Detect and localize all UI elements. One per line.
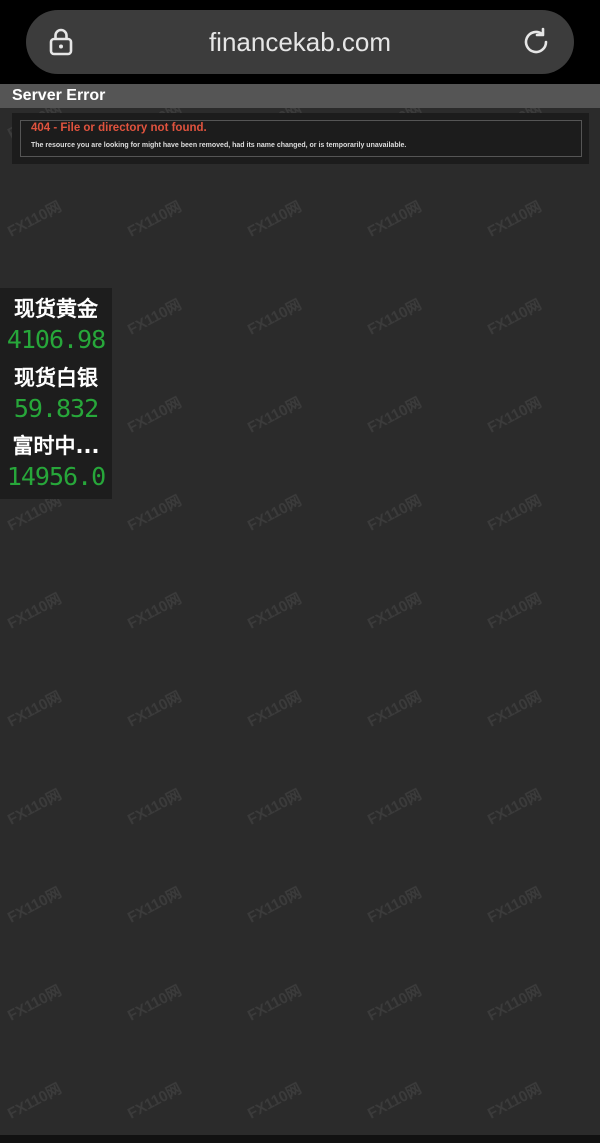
quote-name: 富时中... <box>12 434 100 458</box>
quote-item-gold[interactable]: 现货黄金 4106.98 <box>0 294 112 356</box>
watermark-text: FX110网 <box>484 1080 545 1123</box>
address-bar[interactable]: financekab.com <box>26 10 574 74</box>
watermark-text: FX110网 <box>4 786 65 829</box>
server-error-header: Server Error <box>0 84 600 108</box>
watermark-text: FX110网 <box>244 296 305 339</box>
watermark-text: FX110网 <box>244 492 305 535</box>
watermark-text: FX110网 <box>364 688 425 731</box>
error-description: The resource you are looking for might h… <box>31 142 407 149</box>
watermark-text: FX110网 <box>364 198 425 241</box>
quote-value: 4106.98 <box>6 325 106 354</box>
watermark-text: FX110网 <box>124 296 185 339</box>
watermark-text: FX110网 <box>124 198 185 241</box>
quote-item-silver[interactable]: 现货白银 59.832 <box>0 363 112 425</box>
watermark-text: FX110网 <box>244 884 305 927</box>
watermark-text: FX110网 <box>124 688 185 731</box>
browser-toolbar: financekab.com <box>0 0 600 84</box>
watermark-text: FX110网 <box>484 394 545 437</box>
watermark-text: FX110网 <box>484 492 545 535</box>
watermark-text: FX110网 <box>4 1080 65 1123</box>
watermark-text: FX110网 <box>124 884 185 927</box>
quote-value: 59.832 <box>13 394 99 423</box>
watermark-text: FX110网 <box>124 590 185 633</box>
watermark-text: FX110网 <box>124 394 185 437</box>
watermark-text: FX110网 <box>4 590 65 633</box>
watermark-text: FX110网 <box>484 982 545 1025</box>
watermark-text: FX110网 <box>364 492 425 535</box>
bottom-bar <box>0 1135 600 1143</box>
reload-icon[interactable] <box>520 26 552 58</box>
watermark-text: FX110网 <box>364 394 425 437</box>
watermark-text: FX110网 <box>484 590 545 633</box>
watermark-text: FX110网 <box>364 884 425 927</box>
error-title: 404 - File or directory not found. <box>31 122 207 134</box>
watermark-text: FX110网 <box>364 296 425 339</box>
watermark-text: FX110网 <box>484 786 545 829</box>
watermark-text: FX110网 <box>124 492 185 535</box>
quote-name: 现货黄金 <box>14 297 98 321</box>
watermark-text: FX110网 <box>124 1080 185 1123</box>
quote-value: 14956.0 <box>6 462 106 491</box>
watermark-text: FX110网 <box>4 982 65 1025</box>
watermark-text: FX110网 <box>244 394 305 437</box>
watermark-text: FX110网 <box>484 296 545 339</box>
watermark-text: FX110网 <box>364 982 425 1025</box>
watermark-text: FX110网 <box>124 982 185 1025</box>
watermark-text: FX110网 <box>484 688 545 731</box>
watermark-text: FX110网 <box>484 884 545 927</box>
url-text[interactable]: financekab.com <box>26 10 574 74</box>
watermark-text: FX110网 <box>4 198 65 241</box>
watermark-text: FX110网 <box>244 198 305 241</box>
quote-name: 现货白银 <box>14 366 98 390</box>
watermark-text: FX110网 <box>244 590 305 633</box>
watermark-text: FX110网 <box>4 884 65 927</box>
watermark-text: FX110网 <box>364 1080 425 1123</box>
watermark-text: FX110网 <box>244 1080 305 1123</box>
watermark-text: FX110网 <box>484 198 545 241</box>
watermark-text: FX110网 <box>4 688 65 731</box>
watermark-text: FX110网 <box>364 590 425 633</box>
error-fieldset: 404 - File or directory not found. The r… <box>20 120 582 157</box>
watermark-text: FX110网 <box>244 982 305 1025</box>
watermark-text: FX110网 <box>244 688 305 731</box>
quote-widget[interactable]: 现货黄金 4106.98 现货白银 59.832 富时中... 14956.0 <box>0 288 112 499</box>
error-content: 404 - File or directory not found. The r… <box>12 113 589 164</box>
page: FX110网 FX110网 FX110网 FX110网 FX110网 FX110网 FX11… <box>0 0 600 1143</box>
watermark-text: FX110网 <box>244 786 305 829</box>
quote-item-ftse[interactable]: 富时中... 14956.0 <box>0 431 112 493</box>
watermark-text: FX110网 <box>124 786 185 829</box>
watermark-text: FX110网 <box>364 786 425 829</box>
